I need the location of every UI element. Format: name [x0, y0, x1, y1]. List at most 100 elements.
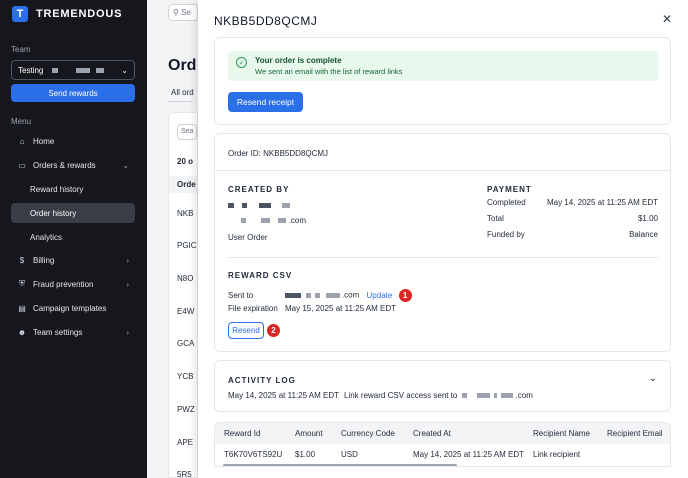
table-row[interactable]: APE [177, 438, 193, 447]
activity-log-card[interactable]: ACTIVITY LOG ⌄ May 14, 2025 at 11:25 AM … [214, 360, 671, 412]
table-row[interactable]: YCB [177, 372, 193, 381]
table-row[interactable]: PGIC [177, 241, 197, 250]
table-row[interactable]: GCA [177, 339, 194, 348]
orders-card [168, 112, 198, 478]
cell-reward-id[interactable]: T6K70V6TS92U [224, 450, 282, 459]
nav-team-settings[interactable]: ☻ Team settings › [11, 322, 135, 342]
nav-label: Fraud prevention [33, 279, 94, 289]
column-header[interactable]: Currency Code [341, 429, 395, 438]
divider [228, 257, 659, 258]
nav-label: Reward history [30, 184, 84, 194]
created-by-label: CREATED BY [228, 185, 290, 194]
team-label: Team [11, 45, 31, 54]
nav-label: Billing [33, 255, 55, 265]
alert-title: Your order is complete [255, 56, 342, 65]
update-link[interactable]: Update [367, 291, 393, 300]
payment-key: Completed [487, 198, 526, 207]
orders-column-header: Orde [169, 176, 197, 193]
file-expiration-value: May 15, 2025 at 11:25 AM EDT [285, 304, 397, 313]
alert-subtitle: We sent an email with the list of reward… [255, 67, 403, 76]
table-row[interactable]: NKB [177, 209, 193, 218]
payment-key: Total [487, 214, 504, 223]
created-by-email: .com [228, 216, 306, 225]
order-status-card: ✓ Your order is complete We sent an emai… [214, 37, 671, 125]
annotation-badge: 2 [267, 324, 280, 337]
nav-label: Campaign templates [33, 303, 107, 313]
annotation-badge: 1 [398, 289, 412, 302]
payment-value: $1.00 [637, 214, 658, 223]
dollar-icon: $ [19, 255, 25, 265]
created-by-type: User Order [228, 233, 268, 242]
nav-orders-rewards[interactable]: ▭ Orders & rewards ⌄ [11, 155, 135, 175]
nav-billing[interactable]: $ Billing › [11, 250, 135, 270]
nav-analytics[interactable]: Analytics [11, 227, 135, 247]
resend-receipt-button[interactable]: Resend receipt [228, 92, 303, 112]
reward-csv-label: REWARD CSV [228, 271, 293, 280]
redacted [51, 67, 58, 73]
divider [215, 170, 670, 171]
column-header[interactable]: Reward Id [224, 429, 260, 438]
payment-label: PAYMENT [487, 185, 532, 194]
activity-text: Link reward CSV access sent to .com [344, 391, 533, 400]
orders-count: 20 o [177, 157, 194, 166]
search-placeholder: Se [181, 8, 191, 17]
column-header[interactable]: Amount [295, 429, 323, 438]
team-select[interactable]: Testing ⌄ [11, 60, 135, 80]
table-row[interactable]: PWZ [177, 405, 195, 414]
nav-label: Order history [30, 208, 77, 218]
chevron-right-icon: › [126, 255, 129, 265]
team-value: Testing [18, 65, 44, 75]
sent-to-key: Sent to [228, 291, 254, 300]
activity-time: May 14, 2025 at 11:25 AM EDT [228, 391, 340, 400]
search-icon: ⚲ [173, 8, 179, 17]
logo-icon: T [12, 6, 28, 22]
resend-button[interactable]: Resend [228, 322, 264, 339]
payment-value: May 14, 2025 at 11:25 AM EDT [546, 198, 658, 207]
nav-label: Analytics [30, 232, 63, 242]
nav-home[interactable]: ⌂ Home [11, 131, 135, 151]
table-row[interactable]: N8O [177, 274, 193, 283]
column-header[interactable]: Created At [413, 429, 451, 438]
column-header[interactable]: Recipient Name [533, 429, 590, 438]
page-title: Ord [168, 57, 197, 74]
horizontal-scrollbar[interactable] [223, 464, 457, 466]
tab-all-orders[interactable]: All ord [171, 88, 194, 97]
nav-fraud-prevention[interactable]: ⛨ Fraud prevention › [11, 274, 135, 294]
nav-label: Team settings [33, 327, 83, 337]
nav-reward-history[interactable]: Reward history [11, 179, 135, 199]
table-row[interactable]: E4W [177, 307, 194, 316]
file-expiration-key: File expiration [228, 304, 278, 313]
brand[interactable]: T TREMENDOUS [12, 6, 122, 22]
activity-log-label: ACTIVITY LOG [228, 376, 296, 385]
chevron-right-icon: › [126, 327, 129, 337]
orders-search-input[interactable]: Sea [177, 124, 197, 140]
table-row[interactable]: 5R5 [177, 470, 192, 478]
chevron-right-icon: › [126, 279, 129, 289]
email-suffix: .com [515, 391, 533, 400]
menu-label: Menu [11, 117, 32, 126]
nav-label: Orders & rewards [33, 160, 96, 170]
close-icon[interactable]: ✕ [662, 12, 672, 26]
payment-key: Funded by [487, 230, 525, 239]
redacted [96, 67, 105, 73]
nav-order-history[interactable]: Order history [11, 203, 135, 223]
shield-icon: ⛨ [19, 279, 25, 288]
sidebar: T TREMENDOUS Team Testing ⌄ Send rewards… [0, 0, 147, 478]
check-circle-icon: ✓ [236, 57, 247, 68]
cell-amount: $1.00 [295, 450, 316, 459]
cell-created-at: May 14, 2025 at 11:25 AM EDT [413, 450, 525, 459]
nav-campaign-templates[interactable]: ▤ Campaign templates [11, 298, 135, 318]
chevron-down-icon[interactable]: ⌄ [649, 373, 657, 384]
sent-to-value: .com Update 1 [285, 289, 412, 302]
send-rewards-button[interactable]: Send rewards [11, 84, 135, 102]
rewards-table: Reward Id Amount Currency Code Created A… [214, 422, 671, 467]
activity-description: Link reward CSV access sent to [344, 391, 458, 400]
search-input[interactable]: ⚲ Se [168, 4, 198, 21]
users-icon: ☻ [17, 327, 27, 337]
brand-name: TREMENDOUS [36, 8, 123, 20]
cell-currency: USD [341, 450, 358, 459]
column-header[interactable]: Recipient Email [607, 429, 663, 438]
success-alert: ✓ Your order is complete We sent an emai… [228, 51, 659, 81]
card-icon: ▭ [18, 160, 26, 170]
order-detail-drawer: NKBB5DD8QCMJ ✕ ✓ Your order is complete … [198, 0, 688, 478]
